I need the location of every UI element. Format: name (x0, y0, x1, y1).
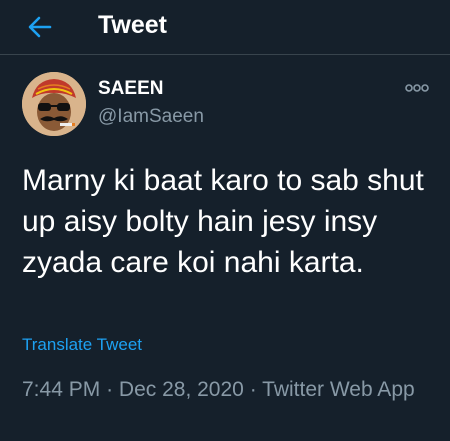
tweet-text: Marny ki baat karo to sab shut up aisy b… (22, 164, 424, 279)
author-display-name[interactable]: SAEEN (98, 78, 163, 100)
translate-tweet-link[interactable]: Translate Tweet (22, 334, 142, 356)
author-handle[interactable]: @IamSaeen (98, 105, 204, 129)
avatar[interactable] (22, 72, 86, 136)
header-divider (0, 54, 450, 55)
more-options-button[interactable] (404, 80, 430, 96)
cartoon-man-avatar-icon (22, 72, 86, 136)
tweet-detail-screen: Tweet SAEEN @IamSaeen Marny ki baat karo… (0, 0, 450, 441)
meta-separator: · (106, 378, 114, 401)
meta-separator: · (249, 378, 257, 401)
tweet-date[interactable]: Dec 28, 2020 (119, 378, 244, 401)
tweet-time[interactable]: 7:44 PM (22, 378, 100, 401)
tweet-source[interactable]: Twitter Web App (262, 378, 415, 401)
top-bar: Tweet (0, 0, 450, 54)
more-options-icon (405, 84, 429, 92)
back-button[interactable] (26, 14, 54, 40)
tweet-metadata: 7:44 PM · Dec 28, 2020 · Twitter Web App (22, 375, 422, 405)
arrow-left-icon (28, 16, 52, 38)
page-title: Tweet (98, 11, 167, 39)
